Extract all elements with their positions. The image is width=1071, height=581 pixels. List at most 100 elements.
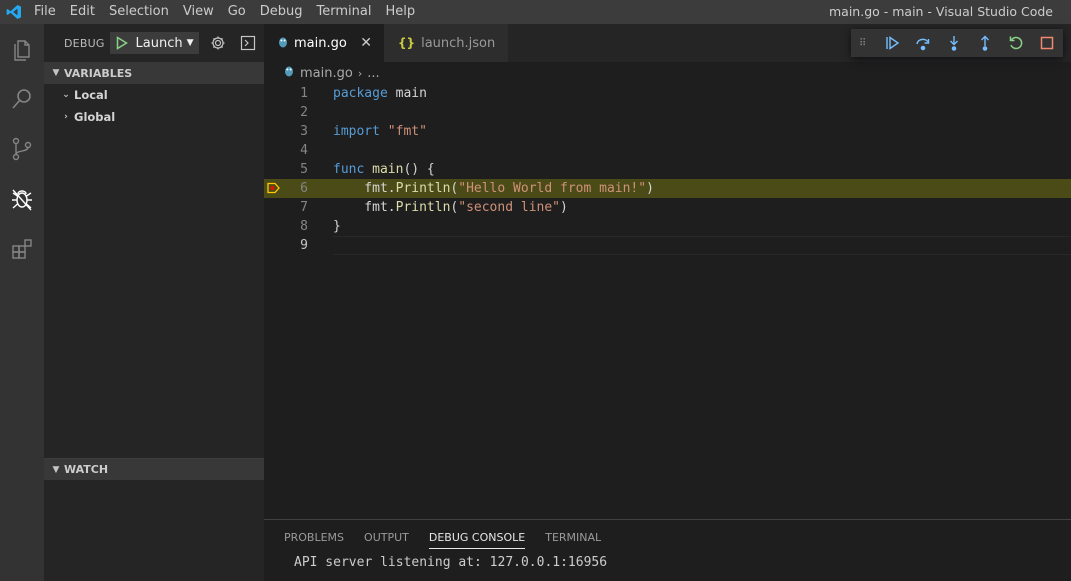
code-token: "second line" [458,200,560,215]
source-control-icon[interactable] [0,124,44,174]
code-token: Println [395,200,451,215]
stop-icon[interactable] [1032,29,1063,57]
scope-global[interactable]: › Global [44,106,264,128]
menu-debug[interactable]: Debug [253,0,310,24]
code-token: fmt. [333,200,396,215]
drag-handle-icon[interactable]: ⠿ [859,38,869,49]
breadcrumb: main.go › ... [264,62,1071,84]
step-into-icon[interactable] [939,29,970,57]
code-token: ) [646,181,654,196]
debug-icon[interactable] [0,174,44,224]
code-token: package [333,86,388,101]
go-file-icon [284,65,294,81]
line-number: 9 [300,238,308,253]
code-editor[interactable]: 1 package main 2 3 import "fmt" 4 5 func… [264,84,1071,255]
restart-icon[interactable] [1001,29,1032,57]
code-token: Println [395,181,451,196]
debug-sidebar: DEBUG Launch ▼ ▼ VARIABLES ⌄ Local › Glo… [44,24,264,581]
breakpoint-arrow-icon[interactable] [264,179,280,198]
code-line[interactable]: 2 [264,103,1071,122]
code-token: "fmt" [387,124,427,139]
close-icon[interactable]: ✕ [360,35,372,51]
step-out-icon[interactable] [970,29,1001,57]
gear-icon[interactable] [207,32,229,54]
code-line[interactable]: 8 } [264,217,1071,236]
menu-bar: File Edit Selection View Go Debug Termin… [27,0,422,24]
line-number: 8 [300,219,308,234]
menu-file[interactable]: File [27,0,63,24]
watch-title: WATCH [64,463,109,476]
tab-output[interactable]: OUTPUT [364,520,409,555]
scope-label: Global [74,110,116,124]
menu-go[interactable]: Go [221,0,253,24]
code-line[interactable]: 1 package main [264,84,1071,103]
code-token: () { [403,162,435,177]
line-number: 5 [300,162,308,177]
line-number: 3 [300,124,308,139]
code-token: ) [560,200,568,215]
variables-tree: ⌄ Local › Global [44,84,264,128]
tab-main-go[interactable]: main.go ✕ [264,24,384,62]
menu-view[interactable]: View [176,0,221,24]
line-number: 1 [300,86,308,101]
scope-local[interactable]: ⌄ Local [44,84,264,106]
tab-launch-json[interactable]: {} launch.json [384,24,508,62]
scope-label: Local [74,88,108,102]
step-over-icon[interactable] [908,29,939,57]
panel-tabs: PROBLEMS OUTPUT DEBUG CONSOLE TERMINAL [264,520,1071,555]
vscode-logo-icon [0,0,27,24]
code-line[interactable]: 3 import "fmt" [264,122,1071,141]
breadcrumb-symbol[interactable]: ... [367,66,379,81]
line-number: 7 [300,200,308,215]
tab-debug-console[interactable]: DEBUG CONSOLE [428,520,526,555]
code-line[interactable]: 7 fmt.Println("second line") [264,198,1071,217]
extensions-icon[interactable] [0,224,44,274]
continue-icon[interactable] [877,29,908,57]
line-number: 6 [300,181,308,196]
line-number: 4 [300,143,308,158]
bottom-panel: PROBLEMS OUTPUT DEBUG CONSOLE TERMINAL A… [264,519,1071,581]
window-title: main.go - main - Visual Studio Code [828,4,1053,19]
menu-help[interactable]: Help [378,0,422,24]
chevron-right-icon: › [357,66,363,80]
chevron-right-icon: › [64,112,68,122]
debug-action-toolbar: ⠿ [851,29,1063,57]
chevron-down-icon: ▼ [52,68,60,78]
code-token: "Hello World from main!" [458,181,647,196]
cursor-code-line[interactable]: 9 [264,236,1071,255]
menu-terminal[interactable]: Terminal [310,0,379,24]
paused-code-line[interactable]: 6 fmt.Println("Hello World from main!") [264,179,1071,198]
launch-config-dropdown[interactable]: Launch ▼ [109,32,199,54]
tab-problems[interactable]: PROBLEMS [284,520,344,555]
code-line[interactable]: 5 func main() { [264,160,1071,179]
watch-section-header[interactable]: ▼ WATCH [44,458,264,480]
json-file-icon: {} [398,36,416,50]
debug-view-toolbar: DEBUG Launch ▼ [44,24,264,62]
code-token: main [372,162,404,177]
editor-group: main.go ✕ {} launch.json main.go › ... 1… [264,24,1071,519]
chevron-down-icon: ⌄ [62,90,70,100]
debug-console-icon[interactable] [237,32,259,54]
go-file-icon [278,36,288,51]
explorer-icon[interactable] [0,24,44,74]
variables-title: VARIABLES [64,66,133,80]
debug-label: DEBUG [64,36,105,50]
tab-terminal[interactable]: TERMINAL [545,520,601,555]
breadcrumb-file[interactable]: main.go [300,66,353,81]
code-token: func [333,162,365,177]
activity-bar [0,24,44,581]
debug-console-output: API server listening at: 127.0.0.1:16956 [294,555,608,570]
title-bar: File Edit Selection View Go Debug Termin… [0,0,1071,24]
tab-label: main.go [294,35,347,51]
tab-label: launch.json [421,35,496,51]
variables-section-header[interactable]: ▼ VARIABLES [44,62,264,84]
code-token: fmt. [333,181,396,196]
menu-selection[interactable]: Selection [102,0,176,24]
code-token: import [333,124,380,139]
line-number: 2 [300,105,308,120]
menu-edit[interactable]: Edit [63,0,102,24]
search-icon[interactable] [0,74,44,124]
chevron-down-icon: ▼ [186,38,194,48]
code-line[interactable]: 4 [264,141,1071,160]
start-debugging-icon[interactable] [114,35,130,51]
